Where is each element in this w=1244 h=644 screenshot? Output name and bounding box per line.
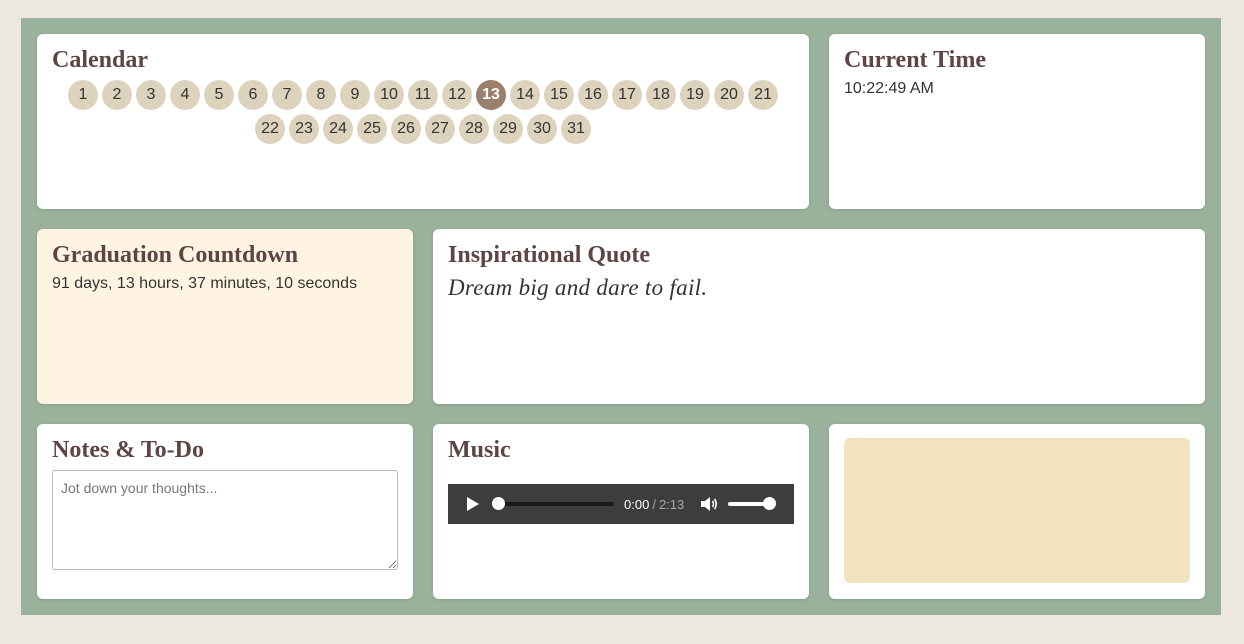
calendar-day[interactable]: 22 — [255, 114, 285, 144]
calendar-day[interactable]: 15 — [544, 80, 574, 110]
current-time-value: 10:22:49 AM — [844, 80, 934, 97]
quote-text: Dream big and dare to fail. — [448, 275, 708, 300]
notes-textarea[interactable] — [52, 470, 398, 570]
volume-handle[interactable] — [763, 497, 777, 510]
play-icon[interactable] — [466, 496, 480, 512]
calendar-day[interactable]: 16 — [578, 80, 608, 110]
calendar-day[interactable]: 19 — [680, 80, 710, 110]
calendar-day-today[interactable]: 13 — [476, 80, 506, 110]
calendar-card: Calendar 1 2 3 4 5 6 7 8 9 10 11 12 13 14 15 16 17 18 19 20… — [37, 34, 809, 209]
calendar-day[interactable]: 8 — [306, 80, 336, 110]
notes-title: Notes & To-Do — [52, 437, 205, 463]
volume-icon[interactable] — [700, 496, 718, 512]
calendar-day[interactable]: 30 — [527, 114, 557, 144]
current-playback-time: 0:00 — [624, 496, 650, 512]
calendar-day[interactable]: 18 — [646, 80, 676, 110]
calendar-day[interactable]: 17 — [612, 80, 642, 110]
calendar-day[interactable]: 29 — [493, 114, 523, 144]
calendar-day[interactable]: 31 — [561, 114, 591, 144]
calendar-day[interactable]: 7 — [272, 80, 302, 110]
calendar-day[interactable]: 27 — [425, 114, 455, 144]
graduation-countdown-card: Graduation Countdown 91 days, 13 hours, … — [37, 229, 413, 404]
seek-handle[interactable] — [492, 497, 505, 510]
audio-player: 0:00 / 2:13 — [448, 484, 794, 524]
calendar-day[interactable]: 14 — [510, 80, 540, 110]
current-time-title: Current Time — [844, 47, 986, 73]
calendar-day[interactable]: 2 — [102, 80, 132, 110]
quote-card: Inspirational Quote Dream big and dare t… — [433, 229, 1205, 404]
calendar-title: Calendar — [52, 47, 148, 73]
calendar-day[interactable]: 21 — [748, 80, 778, 110]
graduation-countdown-value: 91 days, 13 hours, 37 minutes, 10 second… — [52, 275, 358, 292]
music-title: Music — [448, 437, 511, 463]
graduation-countdown-title: Graduation Countdown — [52, 242, 299, 268]
calendar-day[interactable]: 25 — [357, 114, 387, 144]
calendar-day[interactable]: 9 — [340, 80, 370, 110]
calendar-day[interactable]: 3 — [136, 80, 166, 110]
track-duration: 2:13 — [658, 496, 685, 512]
notes-card: Notes & To-Do — [37, 424, 413, 599]
calendar-day[interactable]: 24 — [323, 114, 353, 144]
dashboard-board: Calendar 1 2 3 4 5 6 7 8 9 10 11 12 13 14 15 16 17 18 19 20… — [21, 18, 1221, 615]
calendar-day[interactable]: 11 — [408, 80, 438, 110]
image-card — [829, 424, 1205, 599]
current-time-card: Current Time 10:22:49 AM — [829, 34, 1205, 209]
calendar-day[interactable]: 20 — [714, 80, 744, 110]
volume-slider[interactable] — [728, 497, 777, 510]
calendar-day[interactable]: 28 — [459, 114, 489, 144]
calendar-day[interactable]: 4 — [170, 80, 200, 110]
quote-title: Inspirational Quote — [448, 242, 651, 268]
calendar-days: 1 2 3 4 5 6 7 8 9 10 11 12 13 14 15 16 17 18 19 20 21 22 23 24 2… — [63, 80, 783, 144]
calendar-day[interactable]: 5 — [204, 80, 234, 110]
calendar-day[interactable]: 26 — [391, 114, 421, 144]
seek-slider[interactable] — [492, 497, 614, 510]
calendar-day[interactable]: 6 — [238, 80, 268, 110]
calendar-day[interactable]: 10 — [374, 80, 404, 110]
music-card: Music 0:00 / 2:13 — [433, 424, 809, 599]
time-separator: / — [652, 496, 656, 512]
calendar-day[interactable]: 1 — [68, 80, 98, 110]
image-placeholder — [844, 438, 1190, 583]
calendar-day[interactable]: 23 — [289, 114, 319, 144]
calendar-day[interactable]: 12 — [442, 80, 472, 110]
